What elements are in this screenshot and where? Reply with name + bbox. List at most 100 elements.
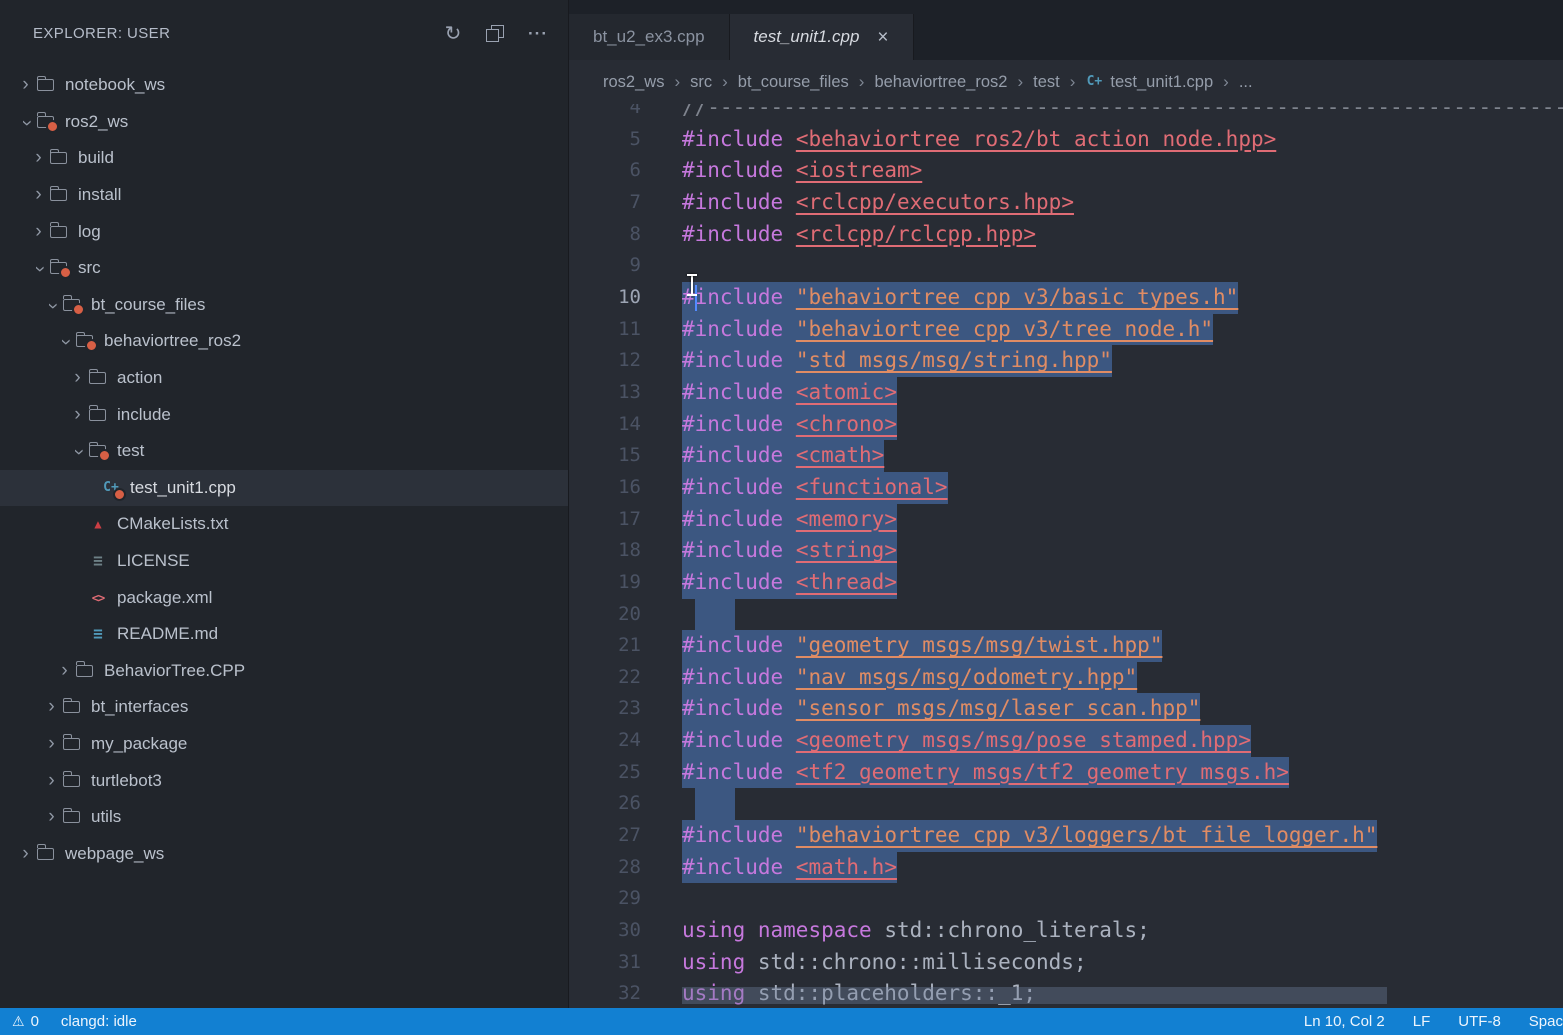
code-line-6[interactable]: 6#include <iostream> xyxy=(569,155,1563,187)
line-number: 24 xyxy=(569,725,641,757)
code-line-22[interactable]: 22#include "nav_msgs/msg/odometry.hpp" xyxy=(569,662,1563,694)
tree-item-test_unit1.cpp[interactable]: C+test_unit1.cpp xyxy=(0,470,568,507)
collapse-folders-icon[interactable] xyxy=(486,25,504,42)
code-line-24[interactable]: 24#include <geometry_msgs/msg/pose_stamp… xyxy=(569,725,1563,757)
breadcrumb-item-bt_course_files[interactable]: bt_course_files xyxy=(738,73,849,92)
code-line-20[interactable]: 20 xyxy=(569,599,1563,631)
code-line-9[interactable]: 9 xyxy=(569,250,1563,282)
code-line-8[interactable]: 8#include <rclcpp/rclcpp.hpp> xyxy=(569,219,1563,251)
indentation-indicator[interactable]: Spac xyxy=(1529,1013,1563,1030)
tree-item-ros2_ws[interactable]: ›ros2_ws xyxy=(0,104,568,141)
tab-bt_u2_ex3.cpp[interactable]: bt_u2_ex3.cpp xyxy=(569,14,730,60)
code-line-14[interactable]: 14#include <chrono> xyxy=(569,409,1563,441)
tree-item-label: my_package xyxy=(91,734,187,754)
code-line-19[interactable]: 19#include <thread> xyxy=(569,567,1563,599)
breadcrumb: ros2_ws›src›bt_course_files›behaviortree… xyxy=(569,60,1563,104)
line-content: #include <functional> xyxy=(682,472,948,504)
code-line-11[interactable]: 11#include "behaviortree_cpp_v3/tree_nod… xyxy=(569,314,1563,346)
tree-item-my_package[interactable]: › my_package xyxy=(0,726,568,763)
tree-item-install[interactable]: ›install xyxy=(0,177,568,214)
code-line-31[interactable]: 31using std::chrono::milliseconds; xyxy=(569,947,1563,979)
tree-item-build[interactable]: ›build xyxy=(0,140,568,177)
line-number: 15 xyxy=(569,440,641,472)
breadcrumb-item-...[interactable]: ... xyxy=(1239,73,1253,92)
tree-item-bt_course_files[interactable]: ›bt_course_files xyxy=(0,287,568,324)
code-line-15[interactable]: 15#include <cmath> xyxy=(569,440,1563,472)
line-number: 13 xyxy=(569,377,641,409)
code-line-29[interactable]: 29 xyxy=(569,883,1563,915)
code-line-10[interactable]: 10#include "behaviortree_cpp_v3/basic_ty… xyxy=(569,282,1563,314)
code-line-21[interactable]: 21#include "geometry_msgs/msg/twist.hpp" xyxy=(569,630,1563,662)
problems-indicator-label: 0 xyxy=(31,1013,39,1030)
tree-item-src[interactable]: › src xyxy=(0,250,568,287)
line-content: #include <rclcpp/executors.hpp> xyxy=(682,187,1074,219)
tree-item-action[interactable]: ›action xyxy=(0,360,568,397)
tree-item-BehaviorTree.CPP[interactable]: ›BehaviorTree.CPP xyxy=(0,653,568,690)
tree-item-test[interactable]: ›test xyxy=(0,433,568,470)
tree-item-turtlebot3[interactable]: ›turtlebot3 xyxy=(0,762,568,799)
tab-test_unit1.cpp[interactable]: test_unit1.cpp× xyxy=(730,14,914,60)
breadcrumb-item-ros2_ws[interactable]: ros2_ws xyxy=(603,73,664,92)
code-line-27[interactable]: 27#include "behaviortree_cpp_v3/loggers/… xyxy=(569,820,1563,852)
encoding-indicator[interactable]: UTF-8 xyxy=(1458,1013,1501,1030)
folder-icon xyxy=(63,738,80,750)
code-editor[interactable]: 4//-------------------------------------… xyxy=(569,104,1563,1008)
code-line-7[interactable]: 7#include <rclcpp/executors.hpp> xyxy=(569,187,1563,219)
code-line-25[interactable]: 25#include <tf2_geometry_msgs/tf2_geomet… xyxy=(569,757,1563,789)
line-number: 26 xyxy=(569,788,641,820)
tree-item-webpage_ws[interactable]: ›webpage_ws xyxy=(0,835,568,872)
tree-item-LICENSE[interactable]: ≡LICENSE xyxy=(0,543,568,580)
breadcrumb-separator-icon: › xyxy=(859,72,865,92)
clangd-status[interactable]: clangd: idle xyxy=(61,1013,137,1030)
markdown-file-icon: ≡ xyxy=(89,627,107,641)
breadcrumb-label: test_unit1.cpp xyxy=(1110,73,1213,92)
code-line-28[interactable]: 28#include <math.h> xyxy=(569,852,1563,884)
tree-item-utils[interactable]: ›utils xyxy=(0,799,568,836)
code-line-12[interactable]: 12#include "std_msgs/msg/string.hpp" xyxy=(569,345,1563,377)
cursor-position[interactable]: Ln 10, Col 2 xyxy=(1304,1013,1385,1030)
folder-icon xyxy=(76,665,93,677)
eol-indicator[interactable]: LF xyxy=(1413,1013,1431,1030)
tree-item-label: include xyxy=(117,405,171,425)
breadcrumb-item-behaviortree_ros2[interactable]: behaviortree_ros2 xyxy=(874,73,1007,92)
folder-icon xyxy=(63,701,80,713)
code-line-5[interactable]: 5#include <behaviortree_ros2/bt_action_n… xyxy=(569,124,1563,156)
refresh-icon[interactable]: ↻ xyxy=(444,24,462,44)
tree-item-label: LICENSE xyxy=(117,551,190,571)
tree-item-log[interactable]: ›log xyxy=(0,213,568,250)
selection-block xyxy=(695,788,735,820)
tree-item-notebook_ws[interactable]: ›notebook_ws xyxy=(0,67,568,104)
breadcrumb-item-src[interactable]: src xyxy=(690,73,712,92)
code-line-26[interactable]: 26 xyxy=(569,788,1563,820)
code-line-16[interactable]: 16#include <functional> xyxy=(569,472,1563,504)
chevron-right-icon: › xyxy=(27,147,50,169)
folder-icon xyxy=(63,775,80,787)
horizontal-scrollbar[interactable] xyxy=(682,987,1387,1004)
tree-item-behaviortree_ros2[interactable]: ›behaviortree_ros2 xyxy=(0,323,568,360)
tree-item-README.md[interactable]: ≡README.md xyxy=(0,616,568,653)
code-line-13[interactable]: 13#include <atomic> xyxy=(569,377,1563,409)
tree-item-CMakeLists.txt[interactable]: ▲CMakeLists.txt xyxy=(0,506,568,543)
code-line-18[interactable]: 18#include <string> xyxy=(569,535,1563,567)
breadcrumb-item-test[interactable]: test xyxy=(1033,73,1060,92)
tree-item-bt_interfaces[interactable]: ›bt_interfaces xyxy=(0,689,568,726)
chevron-down-icon: › xyxy=(29,258,51,281)
tree-item-label: src xyxy=(78,258,101,278)
tree-item-label: turtlebot3 xyxy=(91,771,162,791)
code-line-4[interactable]: 4//-------------------------------------… xyxy=(569,104,1563,124)
folder-icon xyxy=(63,811,80,823)
code-line-17[interactable]: 17#include <memory> xyxy=(569,504,1563,536)
line-content: #include "behaviortree_cpp_v3/tree_node.… xyxy=(682,314,1213,346)
close-icon[interactable]: × xyxy=(877,28,888,47)
more-actions-icon[interactable]: ··· xyxy=(528,25,548,42)
breadcrumb-item-test_unit1.cpp[interactable]: C+test_unit1.cpp xyxy=(1085,73,1213,92)
tree-item-include[interactable]: ›include xyxy=(0,396,568,433)
code-line-23[interactable]: 23#include "sensor_msgs/msg/laser_scan.h… xyxy=(569,693,1563,725)
problems-indicator[interactable]: ⚠0 xyxy=(12,1013,39,1030)
line-number: 8 xyxy=(569,219,641,251)
cpp-file-icon: C+ xyxy=(102,481,120,495)
chevron-right-icon: › xyxy=(40,733,63,755)
line-number: 22 xyxy=(569,662,641,694)
code-line-30[interactable]: 30using namespace std::chrono_literals; xyxy=(569,915,1563,947)
tree-item-package.xml[interactable]: <>package.xml xyxy=(0,579,568,616)
